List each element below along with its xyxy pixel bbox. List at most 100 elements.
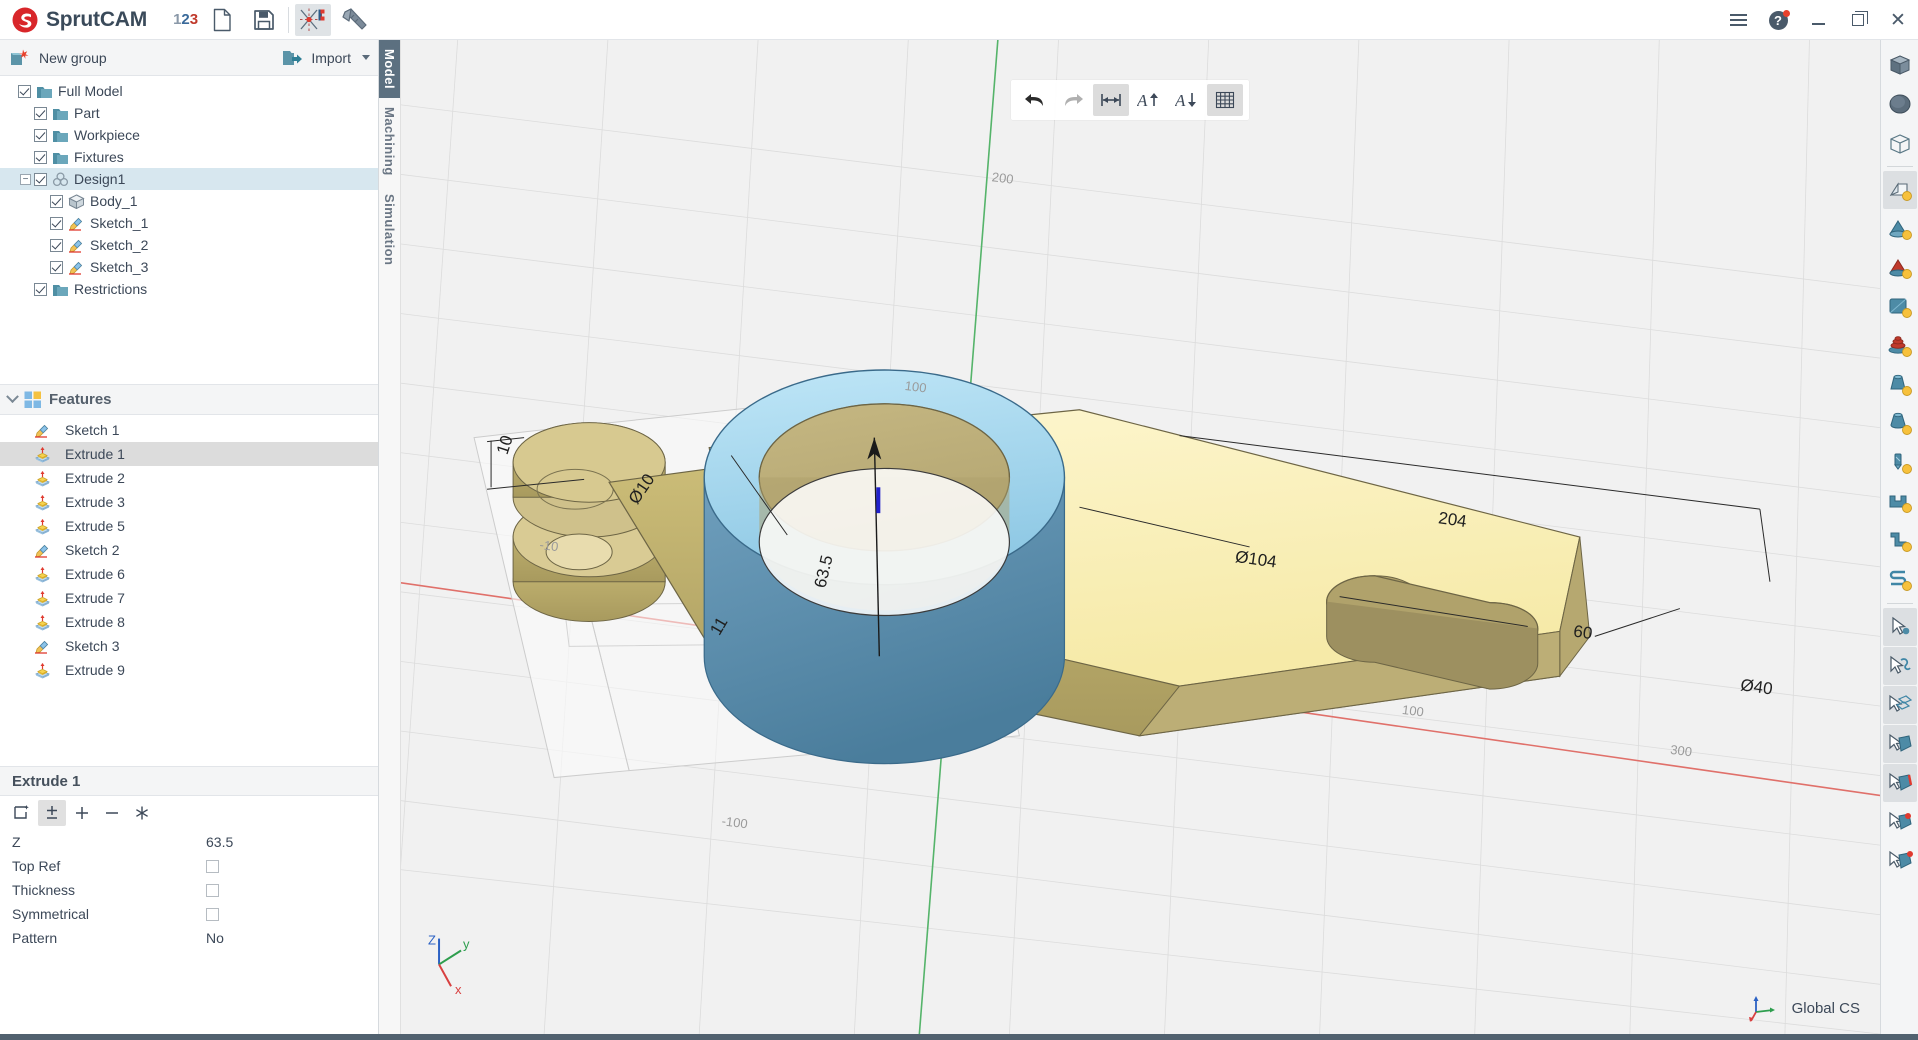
wireframe-box-button[interactable] — [1883, 124, 1917, 162]
show-dimensions-button[interactable] — [1092, 84, 1129, 116]
text-size-up-button[interactable]: A — [1131, 84, 1167, 116]
add-mode-button[interactable] — [68, 800, 96, 826]
spiral-tool-button[interactable] — [1883, 561, 1917, 599]
close-button[interactable]: ✕ — [1878, 0, 1918, 40]
sweep-tool-button[interactable] — [1883, 522, 1917, 560]
tree-item-label: Workpiece — [74, 127, 140, 143]
property-checkbox[interactable] — [206, 883, 219, 897]
feature-item-sketch-2[interactable]: Sketch 2 — [0, 538, 378, 562]
select-face-button[interactable] — [1882, 725, 1917, 763]
import-button[interactable]: Import — [282, 49, 370, 67]
tree-item-body-1[interactable]: Body_1 — [0, 190, 378, 212]
tree-item-part[interactable]: Part — [0, 102, 378, 124]
select-boundary-button[interactable] — [1883, 803, 1917, 841]
feature-item-extrude-6[interactable]: Extrude 6 — [0, 562, 378, 586]
features-list: Sketch 1 Extrude 1 Extrude 2 Extrude 3 Extru… — [0, 415, 378, 682]
symmetric-mode-button[interactable] — [38, 800, 66, 826]
new-file-button[interactable] — [204, 4, 240, 36]
feature-item-extrude-9[interactable]: Extrude 9 — [0, 658, 378, 682]
select-mesh-icon — [1888, 694, 1912, 712]
tree-empty-area — [0, 300, 378, 385]
redo-button[interactable] — [1055, 84, 1091, 116]
snap-button[interactable] — [295, 3, 332, 36]
select-point-button[interactable] — [1882, 608, 1917, 646]
new-group-button[interactable]: New group — [10, 48, 107, 68]
property-checkbox[interactable] — [206, 859, 219, 873]
status-bar — [0, 1034, 1918, 1040]
feature-item-sketch-3[interactable]: Sketch 3 — [0, 634, 378, 658]
feature-item-extrude-1[interactable]: Extrude 1 — [0, 442, 378, 466]
visibility-checkbox[interactable] — [34, 172, 47, 186]
tree-item-fixtures[interactable]: Fixtures — [0, 146, 378, 168]
viewport-tab-model[interactable]: Model — [379, 40, 400, 99]
property-checkbox[interactable] — [206, 907, 219, 921]
new-body-mode-button[interactable] — [8, 800, 36, 826]
intersect-mode-button[interactable] — [128, 800, 156, 826]
cone-blue-tool-button[interactable] — [1883, 210, 1917, 248]
visibility-checkbox[interactable] — [34, 282, 47, 296]
tree-item-workpiece[interactable]: Workpiece — [0, 124, 378, 146]
select-mesh-button[interactable] — [1882, 686, 1917, 724]
measure-button[interactable] — [337, 4, 373, 36]
maximize-button[interactable] — [1838, 0, 1878, 40]
taper-tool-button[interactable] — [1883, 366, 1917, 404]
viewport-tab-simulation[interactable]: Simulation — [379, 185, 400, 274]
feature-item-extrude-7[interactable]: Extrude 7 — [0, 586, 378, 610]
revolve-tool-button[interactable] — [1883, 327, 1917, 365]
undo-button[interactable] — [1017, 84, 1053, 116]
sketch-icon — [69, 239, 83, 253]
bell-tool-button[interactable] — [1883, 405, 1917, 443]
box-primitive-button[interactable] — [1883, 46, 1917, 84]
sphere-primitive-button[interactable] — [1883, 85, 1917, 123]
extrude-tool-button[interactable] — [1882, 171, 1917, 209]
text-size-down-button[interactable]: A — [1169, 84, 1205, 116]
pocket-tool-button[interactable] — [1883, 483, 1917, 521]
help-button[interactable]: ? — [1758, 0, 1798, 40]
visibility-checkbox[interactable] — [50, 194, 63, 208]
feature-item-extrude-5[interactable]: Extrude 5 — [0, 514, 378, 538]
visibility-checkbox[interactable] — [50, 238, 63, 252]
endmill-tool-button[interactable] — [1883, 444, 1917, 482]
features-section-header[interactable]: Features — [0, 385, 378, 415]
select-edge-button[interactable] — [1882, 764, 1917, 802]
tree-item-sketch-1[interactable]: Sketch_1 — [0, 212, 378, 234]
collapse-toggle[interactable]: − — [20, 173, 31, 185]
show-grid-button[interactable] — [1206, 84, 1243, 116]
visibility-checkbox[interactable] — [50, 216, 63, 230]
tree-item-full-model[interactable]: Full Model — [0, 80, 378, 102]
menu-button[interactable] — [1718, 0, 1758, 40]
tree-item-sketch-2[interactable]: Sketch_2 — [0, 234, 378, 256]
folder-icon — [53, 130, 68, 142]
visibility-checkbox[interactable] — [18, 84, 31, 98]
select-vertex-button[interactable] — [1883, 842, 1917, 880]
visibility-checkbox[interactable] — [50, 260, 63, 274]
feature-item-extrude-2[interactable]: Extrude 2 — [0, 466, 378, 490]
feature-item-extrude-3[interactable]: Extrude 3 — [0, 490, 378, 514]
feature-item-sketch-1[interactable]: Sketch 1 — [0, 418, 378, 442]
model-main-cylinder-highlight — [703, 369, 1066, 765]
subtract-mode-button[interactable] — [98, 800, 126, 826]
assembly-icon — [52, 171, 69, 187]
cone-red-tool-button[interactable] — [1883, 249, 1917, 287]
tree-item-sketch-3[interactable]: Sketch_3 — [0, 256, 378, 278]
tree-item-restrictions[interactable]: Restrictions — [0, 278, 378, 300]
application-window: SprutCAM 123 ? ✕ New group Import Full M… — [0, 0, 1918, 1040]
visibility-checkbox[interactable] — [34, 128, 47, 142]
viewport-3d[interactable]: 200 100 -10 -100 300 100 10 Ø10 63.5 11 … — [379, 40, 1880, 1034]
chevron-down-icon[interactable] — [6, 390, 19, 404]
visibility-checkbox[interactable] — [34, 150, 47, 164]
close-icon: ✕ — [1890, 9, 1906, 31]
chevron-down-icon[interactable] — [362, 55, 370, 60]
brand: SprutCAM 123 — [0, 7, 198, 33]
property-value[interactable]: No — [206, 930, 224, 946]
viewport-tab-machining[interactable]: Machining — [379, 98, 400, 185]
select-curve-button[interactable] — [1882, 647, 1917, 685]
save-button[interactable] — [246, 4, 282, 36]
minimize-button[interactable] — [1798, 0, 1838, 40]
feature-item-extrude-8[interactable]: Extrude 8 — [0, 610, 378, 634]
visibility-checkbox[interactable] — [34, 106, 47, 120]
property-value[interactable]: 63.5 — [206, 834, 233, 850]
plane-tool-button[interactable] — [1883, 288, 1917, 326]
tree-item-design1[interactable]: − Design1 — [0, 168, 378, 190]
